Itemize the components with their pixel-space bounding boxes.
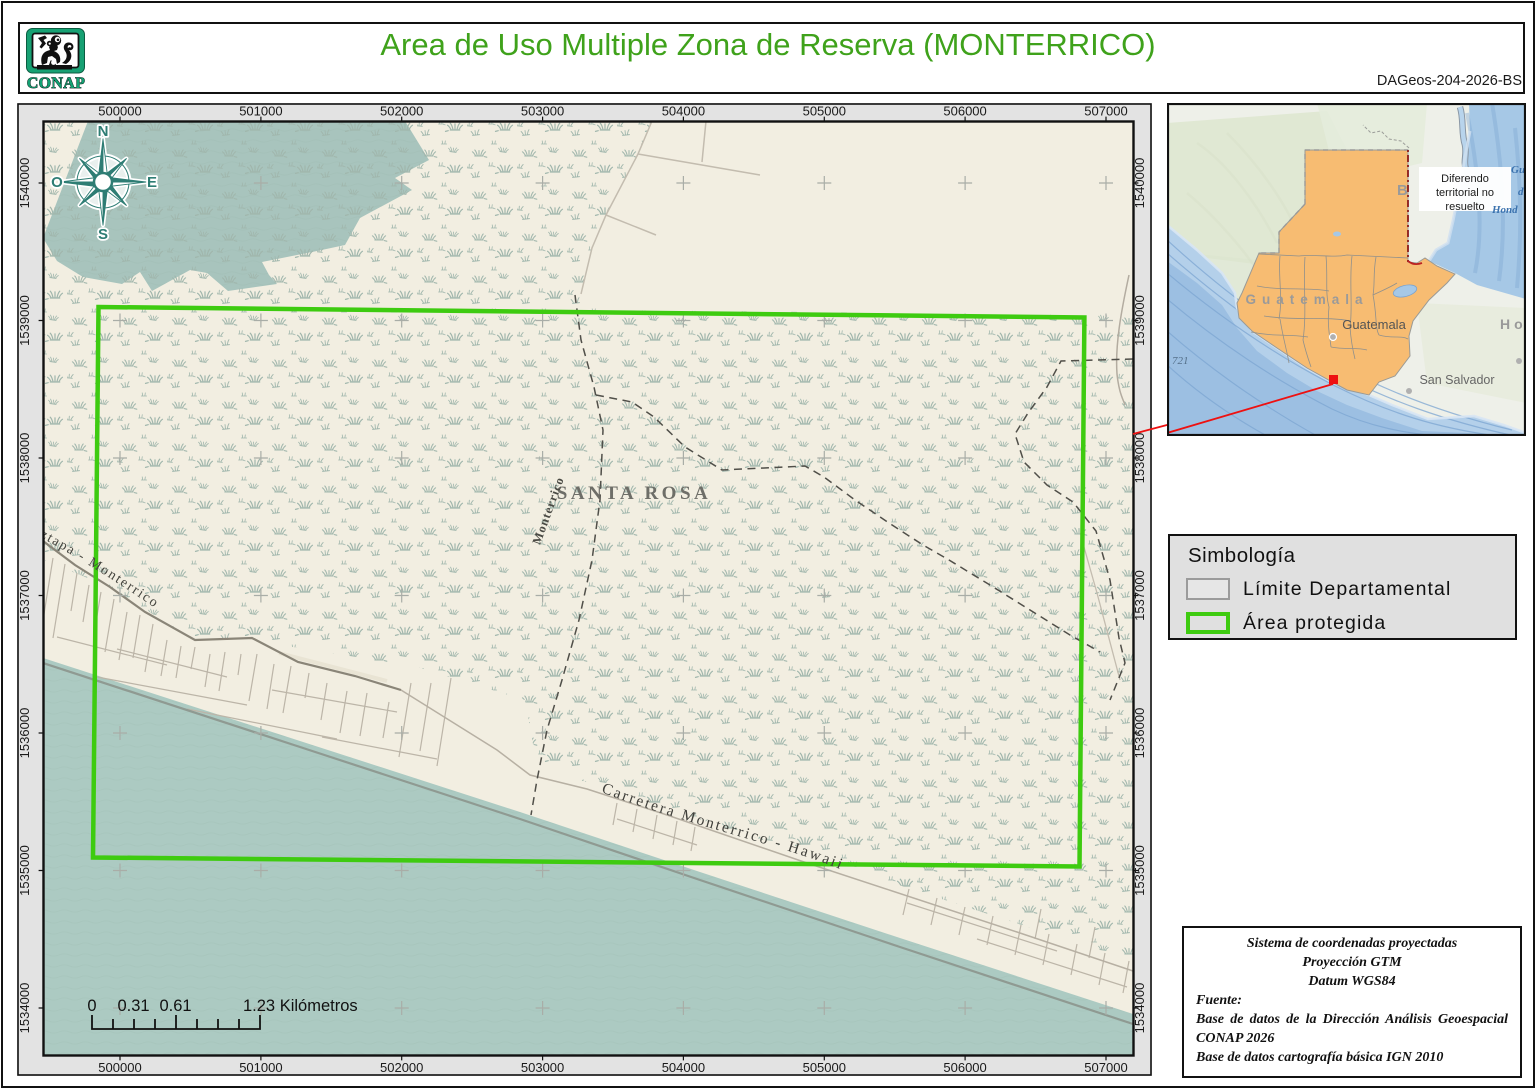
svg-text:1539000: 1539000 <box>17 295 32 346</box>
svg-text:O: O <box>51 174 63 191</box>
svg-text:1536000: 1536000 <box>17 708 32 759</box>
svg-text:507000: 507000 <box>1084 104 1127 119</box>
svg-text:501000: 501000 <box>239 1060 282 1075</box>
svg-text:San Salvador: San Salvador <box>1419 373 1494 387</box>
svg-text:d: d <box>1518 186 1524 198</box>
svg-text:Gu: Gu <box>1511 164 1525 176</box>
svg-text:1539000: 1539000 <box>1132 295 1147 346</box>
svg-text:territorial no: territorial no <box>1436 187 1494 199</box>
svg-text:1538000: 1538000 <box>17 433 32 484</box>
svg-text:0.31: 0.31 <box>117 997 149 1015</box>
svg-text:501000: 501000 <box>239 104 282 119</box>
svg-text:506000: 506000 <box>943 104 986 119</box>
svg-text:resuelto: resuelto <box>1445 201 1484 213</box>
svg-text:502000: 502000 <box>380 104 423 119</box>
svg-text:1538000: 1538000 <box>1132 433 1147 484</box>
svg-text:N: N <box>98 123 109 140</box>
svg-text:1535000: 1535000 <box>17 845 32 896</box>
svg-text:503000: 503000 <box>521 1060 564 1075</box>
svg-text:500000: 500000 <box>98 1060 141 1075</box>
svg-text:507000: 507000 <box>1084 1060 1127 1075</box>
svg-text:721: 721 <box>1172 355 1189 367</box>
svg-text:1.23 Kilómetros: 1.23 Kilómetros <box>243 997 358 1015</box>
svg-text:1534000: 1534000 <box>17 983 32 1034</box>
svg-text:504000: 504000 <box>662 104 705 119</box>
svg-text:Guatemala: Guatemala <box>1342 317 1406 332</box>
svg-text:1536000: 1536000 <box>1132 708 1147 759</box>
svg-text:0.61: 0.61 <box>159 997 191 1015</box>
svg-text:1537000: 1537000 <box>1132 570 1147 621</box>
svg-text:Hond: Hond <box>1491 204 1518 216</box>
svg-text:0: 0 <box>87 997 96 1015</box>
svg-text:505000: 505000 <box>803 1060 846 1075</box>
svg-text:506000: 506000 <box>943 1060 986 1075</box>
svg-text:S: S <box>98 226 108 243</box>
svg-text:1537000: 1537000 <box>17 570 32 621</box>
svg-text:1540000: 1540000 <box>1132 158 1147 209</box>
svg-text:503000: 503000 <box>521 104 564 119</box>
svg-text:1534000: 1534000 <box>1132 983 1147 1034</box>
svg-text:505000: 505000 <box>803 104 846 119</box>
svg-text:Diferendo: Diferendo <box>1441 173 1489 185</box>
svg-text:B: B <box>1397 182 1408 199</box>
svg-text:Ho: Ho <box>1500 316 1526 332</box>
svg-text:504000: 504000 <box>662 1060 705 1075</box>
svg-text:502000: 502000 <box>380 1060 423 1075</box>
svg-text:1535000: 1535000 <box>1132 845 1147 896</box>
svg-text:CONAP: CONAP <box>27 75 85 92</box>
svg-text:E: E <box>147 174 157 191</box>
svg-text:Guatemala: Guatemala <box>1245 292 1368 307</box>
svg-text:SANTA ROSA: SANTA ROSA <box>557 483 711 504</box>
svg-text:1540000: 1540000 <box>17 158 32 209</box>
svg-text:500000: 500000 <box>98 104 141 119</box>
